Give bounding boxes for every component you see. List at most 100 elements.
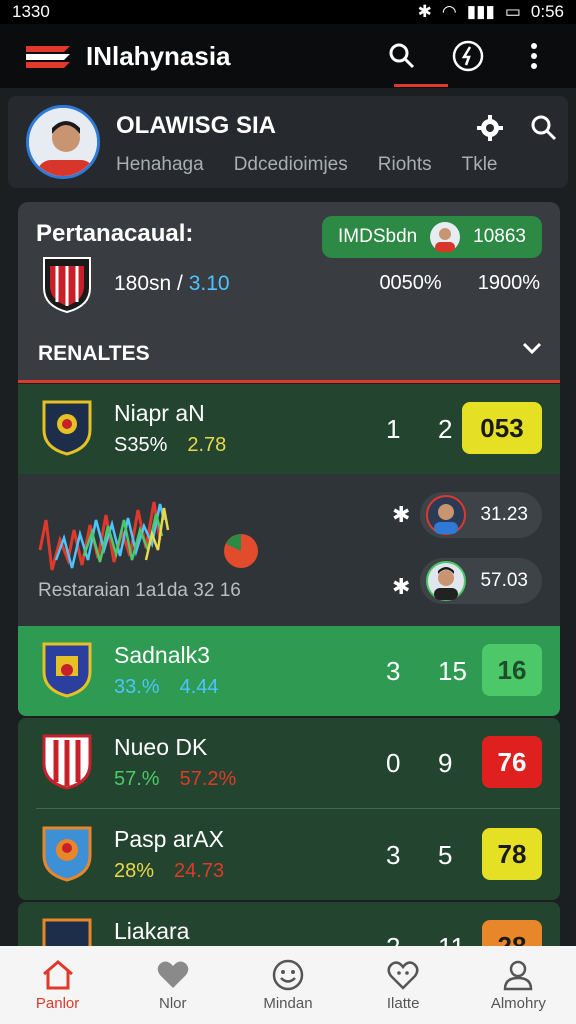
team-row[interactable]: Liakara 2 11 28 (18, 902, 560, 946)
nav-item-mindan[interactable]: Mindan (238, 959, 338, 1012)
profile-header: OLAWISG SIA Henahaga Ddcedioimjes Riohts… (8, 96, 568, 188)
team-value-2: 15 (438, 656, 467, 686)
pct-b: 1900% (477, 272, 540, 294)
team-value-1: 2 (386, 932, 400, 946)
team-stat-1: 28% (114, 860, 155, 882)
pie-indicator (224, 534, 258, 568)
waveform-chart (38, 501, 170, 571)
team-score-badge: 28 (482, 920, 542, 946)
team-crest-icon (42, 400, 92, 456)
app-logo (26, 46, 70, 68)
search-button[interactable] (384, 38, 420, 74)
nav-item-panlor[interactable]: Panlor (8, 959, 108, 1012)
team-value-2: 9 (438, 748, 453, 778)
player-chip[interactable]: 31.23 (420, 492, 542, 538)
team-stat-1: 57.% (114, 768, 160, 790)
team-stat-2: 4.44 (179, 676, 219, 698)
profile-search-icon[interactable] (530, 114, 558, 142)
wifi-icon: ◠ (441, 2, 457, 21)
app-title: INlahynasia (86, 40, 231, 71)
nav-label: Almohry (490, 994, 546, 1012)
filter-button[interactable] (450, 38, 486, 74)
profile-tab-3[interactable]: Riohts (378, 154, 432, 176)
team-crest-icon (43, 257, 91, 314)
results-divider (18, 380, 560, 383)
gear-icon[interactable] (476, 114, 504, 142)
team-stat-1: 33.% (114, 676, 160, 698)
bottom-navigation: Panlor Nlor Mindan Ilatte Almohry (0, 946, 576, 1024)
emotion-icon (387, 960, 419, 990)
pct-a: 0050% (379, 272, 442, 294)
signal-icon: ▮▮▮ (466, 2, 495, 21)
summary-card: Pertanacaual: IMDSbdn 10863 180sn / 3.10… (18, 202, 560, 382)
nav-label: Mindan (263, 994, 313, 1012)
chart-caption-right: 32 16 (193, 580, 241, 601)
row-divider (36, 808, 560, 809)
team-score-badge: 053 (462, 402, 542, 454)
results-heading: RENALTES (38, 342, 150, 365)
team-name: Nueo DK (114, 734, 208, 760)
player-avatar (426, 495, 466, 535)
team-value-1: 1 (386, 414, 401, 444)
smiley-icon (272, 959, 304, 990)
more-button[interactable] (516, 38, 552, 74)
chevron-down-icon[interactable] (522, 342, 542, 356)
team-stat-2: 57.2% (179, 768, 237, 790)
app-bar: INlahynasia (0, 24, 576, 88)
team-score-badge: 78 (482, 828, 542, 880)
score-a: 180sn / (114, 272, 183, 295)
team-name: Liakara (114, 918, 190, 944)
profile-tab-2[interactable]: Ddcedioimjes (234, 154, 348, 176)
team-name: Niapr aN (114, 400, 205, 426)
stats-chart-card: Restaraian 1a1da 32 16 ✱ 31.23 ✱ 57.03 (18, 474, 560, 626)
summary-label: Pertanacaual: (36, 220, 194, 247)
status-time: 1330 (12, 2, 50, 21)
pill-avatar (430, 222, 461, 252)
chart-caption: Restaraian 1a1da 32 16 (38, 580, 241, 602)
team-row[interactable]: Pasp arAX 28% 24.73 3 5 78 (18, 810, 560, 900)
player-chip[interactable]: 57.03 (420, 558, 542, 604)
team-value-2: 2 (438, 414, 453, 444)
team-row[interactable]: Niapr aN S35% 2.78 1 2 053 (18, 384, 560, 474)
home-icon (42, 959, 73, 989)
nav-item-almohry[interactable]: Almohry (468, 959, 568, 1012)
team-value-1: 0 (386, 748, 401, 778)
team-stat-1: S35% (114, 434, 168, 456)
nav-label: Ilatte (386, 994, 420, 1012)
nav-label: Panlor (35, 994, 80, 1012)
bluetooth-icon: ✱ (392, 574, 411, 599)
summary-score: 180sn / 3.10 (114, 272, 230, 296)
profile-tabs: Henahaga Ddcedioimjes Riohts Tkle (116, 154, 568, 176)
nav-item-ilatte[interactable]: Ilatte (353, 959, 453, 1012)
team-row[interactable]: Sadnalk3 33.% 4.44 3 15 16 (18, 626, 560, 716)
status-bar: 1330 ✱ ◠ ▮▮▮ ▭ 0:56 (0, 0, 576, 24)
avatar-image (29, 108, 97, 176)
nav-item-nlor[interactable]: Nlor (123, 959, 223, 1012)
avatar[interactable] (26, 105, 100, 179)
team-value-1: 3 (386, 840, 401, 870)
team-row[interactable]: Nueo DK 57.% 57.2% 0 9 76 (18, 718, 560, 810)
summary-percentages: 0050% 1900% (379, 272, 540, 295)
team-crest-icon (42, 826, 92, 882)
team-crest-icon (42, 642, 92, 698)
team-crest-icon (42, 918, 92, 946)
search-active-indicator (394, 84, 448, 87)
team-stat-2: 24.73 (174, 860, 225, 882)
team-score-badge: 16 (482, 644, 542, 696)
team-value-2: 5 (438, 840, 453, 870)
profile-tab-1[interactable]: Henahaga (116, 154, 204, 176)
more-vert-icon (531, 43, 537, 69)
bluetooth-icon: ✱ (392, 502, 411, 527)
summary-pill[interactable]: IMDSbdn 10863 (322, 216, 542, 258)
team-value-1: 3 (386, 656, 401, 686)
status-clock: 0:56 (530, 2, 564, 21)
heart-icon (157, 961, 189, 988)
team-name: Sadnalk3 (114, 642, 210, 668)
profile-icon (504, 960, 533, 990)
player-avatar (426, 561, 466, 601)
bluetooth-icon: ✱ (417, 2, 432, 21)
summary-pill-value: 10863 (473, 226, 526, 247)
profile-tab-4[interactable]: Tkle (462, 154, 498, 176)
chart-caption-left: Restaraian 1a1da (38, 580, 188, 601)
search-icon (389, 43, 415, 69)
